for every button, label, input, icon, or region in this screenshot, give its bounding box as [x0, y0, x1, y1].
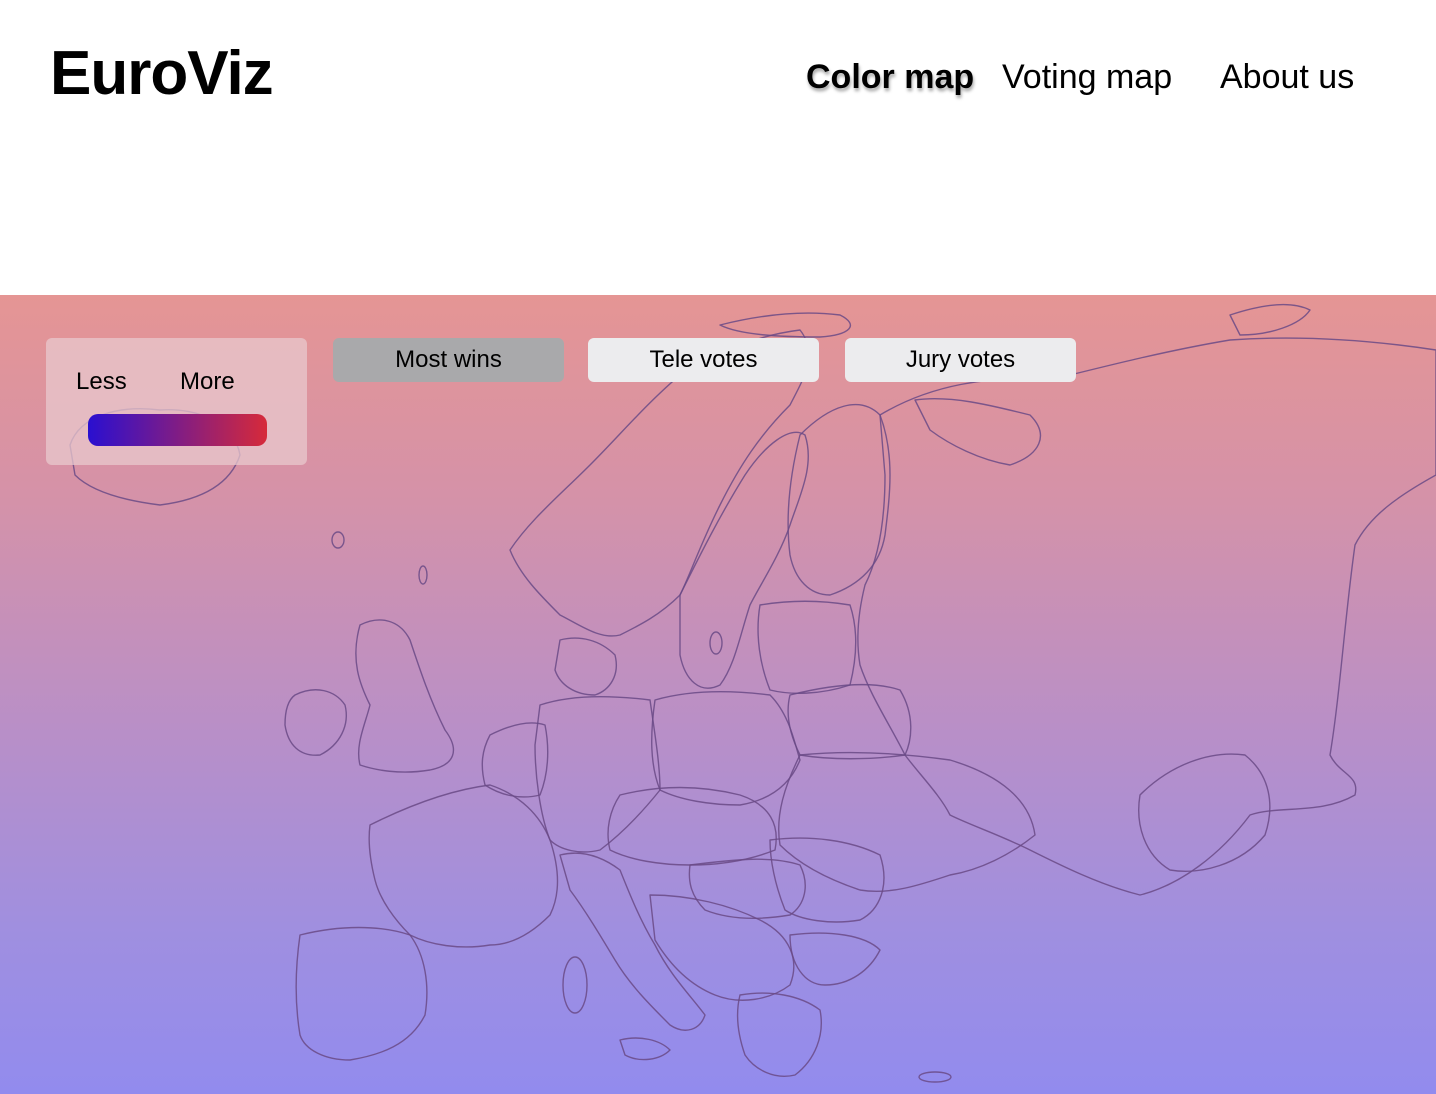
nav-color-map[interactable]: Color map	[806, 58, 974, 97]
legend-more-label: More	[180, 368, 235, 395]
map-italy[interactable]	[559, 852, 706, 1031]
map-central[interactable]	[607, 786, 777, 866]
filter-jury-votes-button[interactable]: Jury votes	[845, 338, 1076, 382]
map-hungary[interactable]	[688, 858, 806, 919]
legend-gradient-bar	[88, 414, 267, 446]
filter-tele-votes-button[interactable]: Tele votes	[588, 338, 819, 382]
map-novaya-zemlya[interactable]	[1229, 303, 1311, 336]
map-finland[interactable]	[787, 403, 891, 596]
main-nav: Color map Voting map About us	[0, 58, 1436, 108]
map-east-region[interactable]	[1138, 753, 1271, 872]
nav-about-us[interactable]: About us	[1220, 58, 1354, 97]
map-denmark[interactable]	[554, 637, 617, 696]
color-legend: Less More	[46, 338, 307, 465]
europe-map-section: Less More Most wins Tele votes Jury vote…	[0, 295, 1436, 1094]
map-gotland[interactable]	[709, 631, 723, 655]
map-belarus[interactable]	[787, 683, 912, 760]
map-balkans[interactable]	[649, 894, 795, 1001]
map-ukraine[interactable]	[778, 751, 1036, 893]
map-great-britain[interactable]	[355, 619, 455, 773]
map-germany[interactable]	[534, 696, 661, 853]
filter-most-wins-button[interactable]: Most wins	[333, 338, 564, 382]
map-sardinia[interactable]	[562, 956, 588, 1014]
map-shetland[interactable]	[418, 565, 428, 585]
map-bulgaria[interactable]	[789, 932, 881, 986]
map-ireland[interactable]	[284, 689, 347, 756]
map-kola[interactable]	[914, 397, 1041, 466]
map-greece[interactable]	[736, 992, 822, 1077]
map-faroe[interactable]	[331, 531, 345, 549]
map-france[interactable]	[368, 784, 559, 948]
legend-less-label: Less	[76, 368, 127, 395]
map-baltics[interactable]	[757, 600, 857, 694]
map-russia[interactable]	[857, 337, 1436, 896]
map-sicily[interactable]	[619, 1037, 671, 1061]
map-svalbard[interactable]	[719, 312, 852, 338]
map-sweden[interactable]	[679, 431, 809, 689]
map-crete[interactable]	[918, 1071, 952, 1083]
map-iberia[interactable]	[295, 926, 428, 1061]
nav-voting-map[interactable]: Voting map	[1002, 58, 1172, 97]
